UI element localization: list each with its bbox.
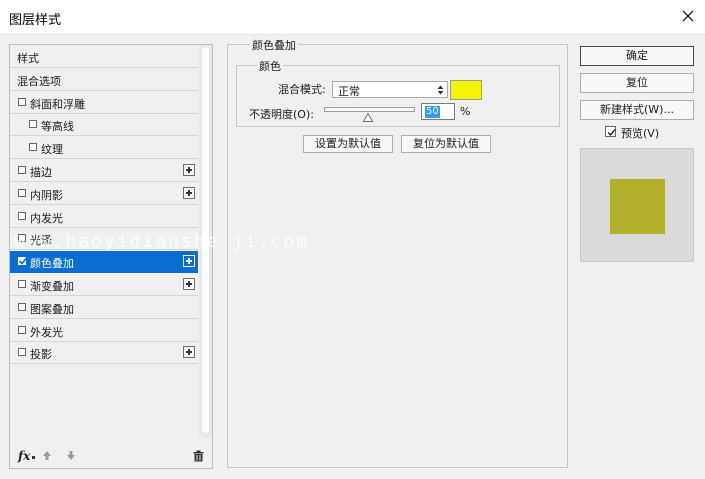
add-effect-plus-icon[interactable] bbox=[183, 186, 195, 199]
style-item-label: 斜面和浮雕 bbox=[30, 97, 85, 111]
style-list-panel: 样式混合选项斜面和浮雕等高线纹理描边内阴影内发光光泽颜色叠加渐变叠加图案叠加外发… bbox=[9, 44, 213, 469]
color-overlay-panel: 颜色叠加 颜色 混合模式: 正常 不透明度(O): 50 % 设置为默认值 复位… bbox=[227, 37, 568, 468]
checkmark-icon bbox=[607, 129, 616, 137]
preview-swatch bbox=[610, 179, 665, 234]
style-item-checkbox[interactable] bbox=[18, 257, 28, 266]
style-item-label: 颜色叠加 bbox=[30, 257, 74, 271]
ok-button[interactable]: 确定 bbox=[580, 46, 694, 66]
blend-mode-label: 混合模式: bbox=[278, 83, 326, 96]
window-title: 图层样式 bbox=[9, 13, 62, 28]
style-item[interactable]: 内发光 bbox=[10, 205, 198, 228]
style-item-checkbox[interactable] bbox=[18, 302, 26, 311]
style-list-scrollbar[interactable] bbox=[199, 45, 212, 438]
opacity-unit: % bbox=[460, 105, 471, 118]
style-item-checkbox[interactable] bbox=[18, 234, 26, 243]
reset-default-button[interactable]: 复位为默认值 bbox=[401, 135, 491, 153]
close-button[interactable] bbox=[671, 0, 705, 34]
style-item[interactable]: 纹理 bbox=[10, 137, 198, 160]
section-title: 颜色叠加 bbox=[250, 37, 298, 53]
style-item-label: 光泽 bbox=[30, 234, 52, 248]
style-item-label: 混合选项 bbox=[17, 74, 61, 88]
style-item[interactable]: 内阴影 bbox=[10, 182, 198, 205]
style-item[interactable]: 投影 bbox=[10, 342, 198, 365]
opacity-slider-thumb[interactable] bbox=[363, 113, 373, 122]
style-item-label: 描边 bbox=[30, 166, 52, 179]
trash-icon[interactable] bbox=[193, 450, 204, 462]
select-arrows-icon bbox=[437, 85, 444, 95]
style-item-label: 内阴影 bbox=[30, 188, 63, 202]
style-item-checkbox[interactable] bbox=[18, 188, 26, 197]
fx-button[interactable]: fx bbox=[18, 449, 30, 463]
opacity-input[interactable]: 50 bbox=[421, 103, 455, 120]
style-item-label: 图案叠加 bbox=[30, 302, 74, 316]
reset-button[interactable]: 复位 bbox=[580, 73, 694, 93]
style-item[interactable]: 样式 bbox=[10, 46, 198, 68]
scrollbar-thumb[interactable] bbox=[202, 47, 209, 433]
blend-mode-value: 正常 bbox=[338, 85, 360, 98]
style-item[interactable]: 渐变叠加 bbox=[10, 274, 198, 296]
fx-menu-indicator-icon bbox=[32, 456, 35, 459]
style-item-checkbox[interactable] bbox=[18, 325, 26, 334]
style-item-checkbox[interactable] bbox=[18, 211, 26, 220]
preview-checkbox-box[interactable] bbox=[605, 126, 616, 137]
opacity-slider[interactable] bbox=[324, 107, 415, 112]
style-item-checkbox[interactable] bbox=[29, 143, 37, 152]
checkmark-icon bbox=[18, 257, 28, 265]
overlay-color-swatch[interactable] bbox=[450, 80, 482, 100]
style-item-label: 纹理 bbox=[41, 143, 63, 157]
style-item-checkbox[interactable] bbox=[18, 280, 26, 288]
style-item[interactable]: 图案叠加 bbox=[10, 296, 198, 319]
blend-mode-select[interactable]: 正常 bbox=[332, 81, 448, 98]
color-group: 颜色 混合模式: 正常 不透明度(O): 50 % bbox=[236, 58, 560, 127]
opacity-label: 不透明度(O): bbox=[249, 108, 314, 121]
move-down-icon[interactable] bbox=[66, 450, 76, 461]
add-effect-plus-icon[interactable] bbox=[183, 278, 195, 290]
move-up-icon[interactable] bbox=[42, 450, 52, 461]
style-list-toolbar: fx bbox=[10, 446, 212, 468]
opacity-value: 50 bbox=[425, 106, 440, 118]
close-icon bbox=[682, 10, 694, 22]
style-item[interactable]: 等高线 bbox=[10, 114, 198, 137]
style-item-checkbox[interactable] bbox=[18, 166, 26, 174]
preview-label: 预览(V) bbox=[621, 127, 660, 140]
style-item-checkbox[interactable] bbox=[29, 120, 37, 129]
style-item-label: 样式 bbox=[17, 52, 39, 65]
color-group-title: 颜色 bbox=[257, 58, 283, 74]
style-item-label: 外发光 bbox=[30, 325, 63, 339]
add-effect-plus-icon[interactable] bbox=[183, 164, 195, 176]
style-item-label: 投影 bbox=[30, 348, 52, 362]
style-item-checkbox[interactable] bbox=[18, 97, 26, 106]
style-item[interactable]: 颜色叠加 bbox=[10, 251, 198, 274]
preview-box bbox=[580, 148, 694, 262]
new-style-button[interactable]: 新建样式(W)... bbox=[580, 100, 694, 120]
style-item[interactable]: 混合选项 bbox=[10, 68, 198, 91]
style-item[interactable]: 外发光 bbox=[10, 319, 198, 342]
style-item[interactable]: 描边 bbox=[10, 160, 198, 182]
style-item-label: 等高线 bbox=[41, 120, 74, 134]
style-item[interactable]: 光泽 bbox=[10, 228, 198, 251]
add-effect-plus-icon[interactable] bbox=[183, 346, 195, 359]
title-bar: 图层样式 bbox=[0, 0, 705, 35]
style-item[interactable]: 斜面和浮雕 bbox=[10, 91, 198, 114]
style-item-label: 渐变叠加 bbox=[30, 280, 74, 293]
set-default-button[interactable]: 设置为默认值 bbox=[303, 135, 393, 153]
style-item-label: 内发光 bbox=[30, 211, 63, 225]
add-effect-plus-icon[interactable] bbox=[183, 255, 195, 268]
style-item-checkbox[interactable] bbox=[18, 348, 26, 357]
